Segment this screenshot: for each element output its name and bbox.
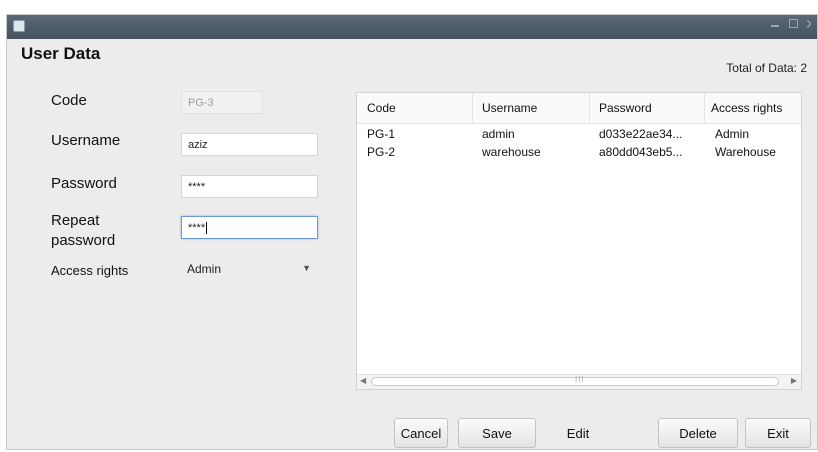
table-cell: a80dd043eb5... [599, 145, 683, 159]
table-cell: PG-1 [367, 127, 396, 141]
code-label: Code [51, 92, 87, 109]
delete-button[interactable]: Delete [658, 418, 738, 448]
minimize-icon[interactable] [769, 17, 781, 31]
scroll-grip: III [575, 375, 585, 384]
maximize-icon[interactable] [787, 17, 799, 31]
scroll-thumb[interactable]: III [371, 375, 779, 386]
table-header: Code Username Password Access rights [357, 93, 801, 124]
column-divider [472, 93, 473, 123]
table-cell: Warehouse [715, 145, 776, 159]
access-rights-label: Access rights [51, 263, 129, 278]
column-header-access-rights[interactable]: Access rights [711, 101, 782, 115]
table-cell: admin [482, 127, 515, 141]
exit-button[interactable]: Exit [745, 418, 811, 448]
username-label: Username [51, 132, 121, 149]
column-header-code[interactable]: Code [367, 101, 396, 115]
text-caret [206, 222, 208, 235]
column-header-username[interactable]: Username [482, 101, 537, 115]
access-rights-select[interactable]: Admin ▼ [181, 258, 319, 280]
chevron-down-icon: ▼ [302, 263, 311, 273]
table-cell: d033e22ae34... [599, 127, 683, 141]
username-field[interactable]: aziz [181, 133, 318, 156]
table-cell: Admin [715, 127, 750, 141]
scroll-right-icon[interactable]: ▶ [791, 376, 797, 385]
cancel-button[interactable]: Cancel [394, 418, 448, 448]
title-bar[interactable]: ✕ [7, 15, 817, 39]
access-rights-value: Admin [187, 262, 222, 276]
user-table[interactable]: Code Username Password Access rights PG-… [356, 92, 802, 390]
repeat-password-label-line2: password [51, 232, 116, 249]
table-row[interactable]: PG-2 warehouse a80dd043eb5... Warehouse [357, 144, 801, 161]
code-field: PG-3 [181, 91, 263, 114]
password-field[interactable]: **** [181, 175, 318, 198]
window-controls: ✕ [769, 17, 817, 37]
column-divider [589, 93, 590, 123]
close-icon[interactable]: ✕ [805, 17, 811, 31]
table-cell: warehouse [482, 145, 541, 159]
repeat-password-label-line1: Repeat [51, 212, 100, 229]
page-title: User Data [21, 44, 101, 63]
edit-button[interactable]: Edit [553, 418, 603, 448]
repeat-password-value: **** [188, 222, 206, 234]
total-count-label: Total of Data: 2 [726, 61, 807, 75]
table-row[interactable]: PG-1 admin d033e22ae34... Admin [357, 126, 801, 143]
column-divider [704, 93, 705, 123]
window-icon [13, 20, 25, 32]
column-header-password[interactable]: Password [599, 101, 652, 115]
save-button[interactable]: Save [458, 418, 536, 448]
app-window: ✕ User Data Total of Data: 2 Code PG-3 U… [6, 14, 818, 450]
horizontal-scrollbar[interactable]: ◀ III ▶ [357, 374, 801, 389]
table-cell: PG-2 [367, 145, 396, 159]
scroll-left-icon[interactable]: ◀ [360, 376, 366, 385]
repeat-password-field[interactable]: **** [181, 216, 318, 239]
password-label: Password [51, 175, 117, 192]
